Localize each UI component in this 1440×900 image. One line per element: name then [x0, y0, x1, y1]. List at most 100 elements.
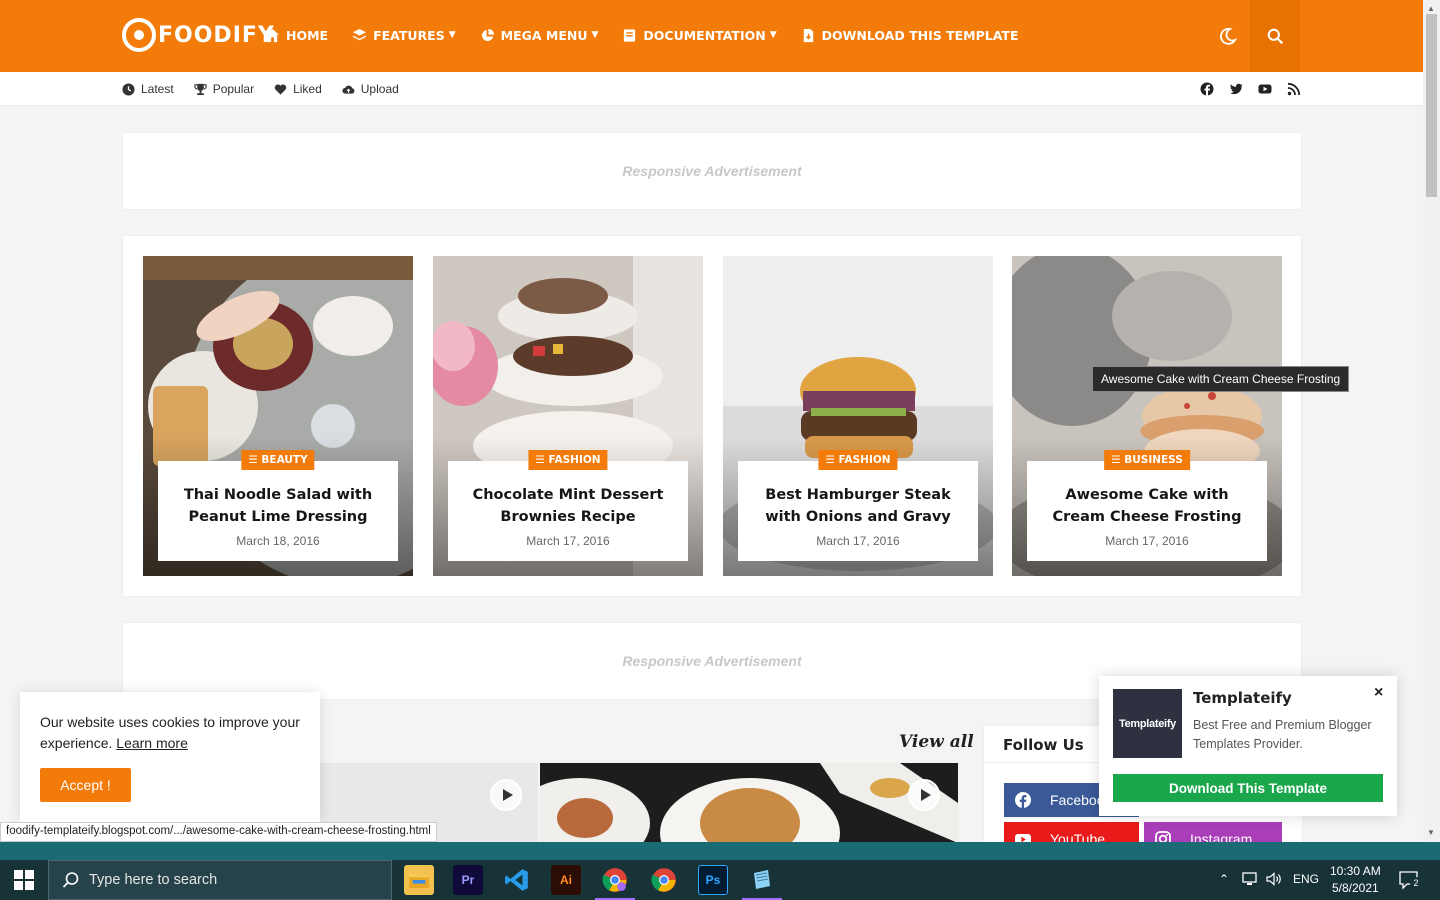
featured-card[interactable]: ☰ FASHION Best Hamburger Steak with Onio… — [723, 256, 993, 576]
search-icon — [62, 871, 80, 889]
scroll-down-arrow-icon[interactable]: ▼ — [1427, 828, 1435, 837]
play-icon[interactable] — [490, 779, 522, 811]
sub-link-label: Latest — [141, 82, 174, 96]
nav-download-label: DOWNLOAD THIS TEMPLATE — [821, 27, 1019, 43]
link-tooltip: Awesome Cake with Cream Cheese Frosting — [1092, 366, 1350, 392]
post-caption: ☰ BEAUTY Thai Noodle Salad with Peanut L… — [158, 450, 398, 561]
video-thumbnail[interactable] — [540, 763, 958, 843]
sub-link-popular[interactable]: Popular — [194, 82, 254, 96]
chevron-down-icon: ▼ — [591, 30, 599, 40]
notification-count: 2 — [1410, 877, 1422, 889]
sub-navigation: Latest Popular Liked Upload — [0, 72, 1423, 106]
nav-home-label: HOME — [286, 27, 329, 43]
windows-taskbar: Type here to search Pr Ai Ps ⌃ ENG 10:30… — [0, 842, 1440, 900]
notepad-icon[interactable] — [747, 865, 777, 895]
premiere-pro-icon[interactable]: Pr — [453, 865, 483, 895]
category-badge[interactable]: ☰ BUSINESS — [1104, 450, 1190, 470]
rss-icon[interactable] — [1287, 82, 1301, 96]
popup-title: Templateify — [1193, 689, 1292, 707]
search-button[interactable] — [1250, 0, 1300, 72]
notification-center-icon[interactable]: 2 — [1398, 870, 1422, 890]
heart-icon — [274, 83, 287, 95]
play-icon[interactable] — [908, 779, 940, 811]
chef-logo-icon — [122, 18, 156, 52]
home-icon — [265, 28, 280, 43]
sub-link-upload[interactable]: Upload — [342, 82, 399, 96]
post-title[interactable]: Thai Noodle Salad with Peanut Lime Dress… — [158, 484, 398, 528]
taskbar-search[interactable]: Type here to search — [48, 860, 392, 900]
featured-card[interactable]: ☰ BEAUTY Thai Noodle Salad with Peanut L… — [143, 256, 413, 576]
category-badge[interactable]: ☰ FASHION — [818, 450, 898, 470]
post-title[interactable]: Chocolate Mint Dessert Brownies Recipe — [448, 484, 688, 528]
vscode-icon[interactable] — [502, 865, 532, 895]
clock-time: 10:30 AM — [1330, 864, 1381, 878]
file-download-icon — [801, 28, 816, 43]
dark-mode-toggle[interactable] — [1217, 25, 1239, 47]
post-caption: ☰ BUSINESS Awesome Cake with Cream Chees… — [1027, 450, 1267, 561]
cloud-upload-icon — [342, 85, 355, 94]
book-icon — [622, 28, 637, 43]
category-label: FASHION — [548, 454, 601, 466]
learn-more-link[interactable]: Learn more — [116, 735, 188, 751]
volume-icon[interactable] — [1266, 872, 1284, 889]
nav-documentation[interactable]: DOCUMENTATION ▼ — [622, 26, 777, 44]
post-caption: ☰ FASHION Best Hamburger Steak with Onio… — [738, 450, 978, 561]
facebook-icon[interactable] — [1200, 82, 1214, 96]
clock-icon — [122, 82, 135, 96]
nav-mega-menu[interactable]: MEGA MENU ▼ — [480, 26, 599, 44]
advertisement-top: Responsive Advertisement — [122, 132, 1302, 210]
sub-link-latest[interactable]: Latest — [122, 82, 174, 96]
cookie-message: Our website uses cookies to improve your… — [40, 712, 300, 754]
featured-card[interactable]: ☰ BUSINESS Awesome Cake with Cream Chees… — [1012, 256, 1282, 576]
post-title[interactable]: Awesome Cake with Cream Cheese Frosting — [1027, 484, 1267, 528]
moon-icon — [1220, 27, 1238, 45]
featured-posts: ☰ BEAUTY Thai Noodle Salad with Peanut L… — [122, 235, 1302, 597]
windows-start-icon[interactable] — [14, 870, 34, 890]
featured-card[interactable]: ☰ FASHION Chocolate Mint Dessert Brownie… — [433, 256, 703, 576]
youtube-icon[interactable] — [1258, 82, 1272, 96]
sub-link-liked[interactable]: Liked — [274, 82, 322, 96]
network-icon[interactable] — [1242, 872, 1260, 889]
pie-chart-icon — [480, 28, 495, 43]
nav-features-label: FEATURES — [373, 27, 445, 43]
scroll-up-arrow-icon[interactable]: ▲ — [1427, 4, 1435, 13]
sub-link-label: Upload — [360, 82, 399, 96]
layers-icon — [352, 28, 367, 43]
sub-link-label: Liked — [293, 82, 322, 96]
site-logo[interactable]: FOODIFY — [122, 18, 275, 52]
main-nav: HOME FEATURES ▼ MEGA MENU ▼ DOCUMENTATIO… — [265, 26, 1042, 44]
post-title[interactable]: Best Hamburger Steak with Onions and Gra… — [738, 484, 978, 528]
category-badge[interactable]: ☰ BEAUTY — [241, 450, 315, 470]
view-all-link[interactable]: View all — [899, 732, 974, 752]
chrome-icon[interactable] — [649, 865, 679, 895]
nav-download-template[interactable]: DOWNLOAD THIS TEMPLATE — [801, 26, 1019, 44]
top-navigation: FOODIFY HOME FEATURES ▼ MEGA MENU ▼ DOCU… — [0, 0, 1423, 72]
taskbar-main: Type here to search Pr Ai Ps ⌃ ENG 10:30… — [0, 860, 1440, 900]
category-label: BUSINESS — [1124, 454, 1183, 466]
file-explorer-icon[interactable] — [404, 865, 434, 895]
chevron-down-icon: ▼ — [769, 30, 777, 40]
input-language[interactable]: ENG — [1293, 872, 1319, 886]
system-clock[interactable]: 10:30 AM 5/8/2021 — [1330, 863, 1381, 897]
facebook-icon — [1014, 791, 1032, 809]
chrome-profile-icon[interactable] — [600, 865, 630, 895]
trophy-icon — [194, 83, 207, 95]
nav-home[interactable]: HOME — [265, 26, 328, 44]
category-label: BEAUTY — [261, 454, 308, 466]
search-icon — [1267, 28, 1283, 44]
category-badge[interactable]: ☰ FASHION — [528, 450, 608, 470]
scrollbar-thumb[interactable] — [1426, 14, 1437, 197]
taskbar-edge — [0, 842, 1440, 860]
photoshop-icon[interactable]: Ps — [698, 865, 728, 895]
nav-features[interactable]: FEATURES ▼ — [352, 26, 456, 44]
templateify-popup: Templateify Templateify Best Free and Pr… — [1099, 676, 1397, 816]
download-template-button[interactable]: Download This Template — [1113, 774, 1383, 802]
illustrator-icon[interactable]: Ai — [551, 865, 581, 895]
page-scrollbar[interactable]: ▲ ▼ — [1423, 0, 1440, 842]
twitter-icon[interactable] — [1229, 82, 1243, 96]
search-placeholder: Type here to search — [89, 872, 218, 888]
close-icon[interactable]: × — [1374, 684, 1383, 702]
cookie-consent: Our website uses cookies to improve your… — [20, 692, 320, 822]
show-hidden-icons-icon[interactable]: ⌃ — [1219, 872, 1229, 886]
accept-cookies-button[interactable]: Accept ! — [40, 768, 131, 802]
